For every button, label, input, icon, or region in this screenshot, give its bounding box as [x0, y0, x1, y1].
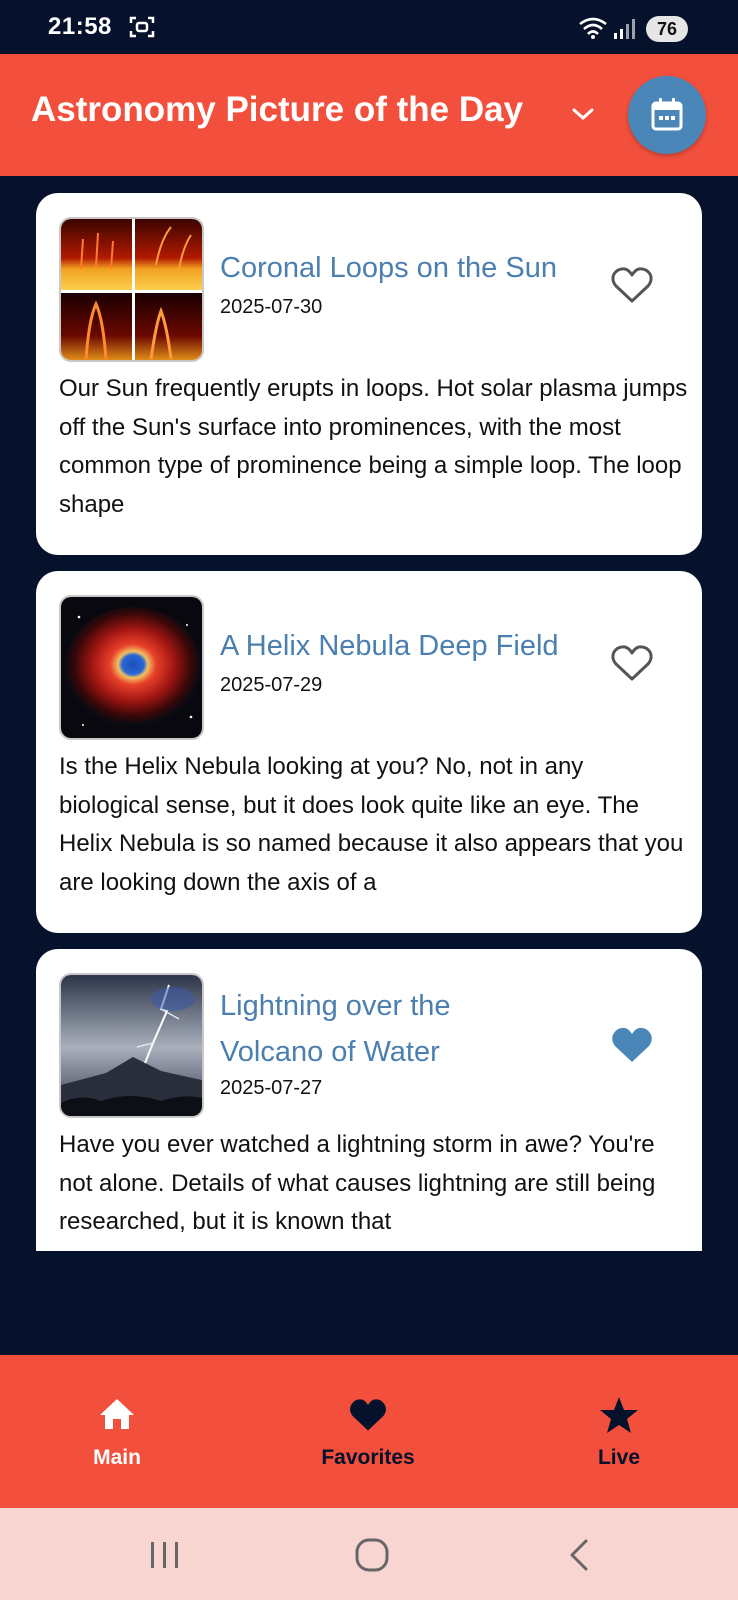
app-title[interactable]: Astronomy Picture of the Day — [31, 90, 523, 130]
apod-date: 2025-07-27 — [220, 1077, 323, 1099]
apod-card[interactable]: Coronal Loops on the Sun 2025-07-30 Our … — [36, 193, 702, 555]
apod-thumbnail[interactable] — [59, 217, 204, 362]
home-icon — [100, 1399, 134, 1429]
chevron-down-icon[interactable] — [570, 104, 596, 124]
apod-excerpt: Our Sun frequently erupts in loops. Hot … — [59, 375, 688, 518]
apod-title[interactable]: Coronal Loops on the Sun — [220, 245, 590, 291]
apod-date: 2025-07-30 — [220, 296, 323, 318]
apod-thumbnail[interactable] — [59, 973, 204, 1118]
battery-level: 76 — [646, 16, 688, 42]
system-navigation-bar — [0, 1508, 738, 1600]
app-bar: Astronomy Picture of the Day — [0, 54, 738, 176]
star-icon — [600, 1397, 638, 1433]
apod-card[interactable]: A Helix Nebula Deep Field 2025-07-29 Is … — [36, 571, 702, 933]
bottom-navigation: Main Favorites Live — [0, 1355, 738, 1508]
screen-record-icon — [129, 16, 155, 38]
favorite-heart-filled-icon[interactable] — [610, 1025, 654, 1065]
nav-main-label: Main — [93, 1446, 141, 1469]
signal-icon — [614, 19, 635, 39]
nav-live[interactable]: Live — [539, 1355, 699, 1508]
apod-feed[interactable]: Coronal Loops on the Sun 2025-07-30 Our … — [36, 193, 702, 1251]
apod-title[interactable]: A Helix Nebula Deep Field — [220, 623, 590, 669]
nav-favorites-label: Favorites — [321, 1446, 415, 1469]
apod-title[interactable]: Lightning over the Volcano of Water — [220, 983, 520, 1075]
home-circle-icon[interactable] — [355, 1538, 389, 1572]
apod-excerpt: Have you ever watched a lightning storm … — [59, 1131, 656, 1235]
nav-main[interactable]: Main — [37, 1355, 197, 1508]
calendar-icon — [651, 98, 683, 131]
wifi-icon — [579, 17, 607, 39]
apod-card[interactable]: Lightning over the Volcano of Water 2025… — [36, 949, 702, 1251]
back-icon[interactable] — [566, 1538, 592, 1572]
favorite-heart-outline-icon[interactable] — [610, 643, 654, 683]
heart-icon — [350, 1399, 386, 1431]
favorite-heart-outline-icon[interactable] — [610, 265, 654, 305]
apod-date: 2025-07-29 — [220, 674, 323, 696]
recent-apps-icon[interactable] — [148, 1540, 182, 1570]
apod-thumbnail[interactable] — [59, 595, 204, 740]
status-bar: 21:58 76 — [0, 0, 738, 54]
apod-excerpt: Is the Helix Nebula looking at you? No, … — [59, 753, 684, 896]
calendar-button[interactable] — [628, 76, 706, 154]
nav-live-label: Live — [597, 1446, 641, 1469]
nav-favorites[interactable]: Favorites — [288, 1355, 448, 1508]
status-time: 21:58 — [48, 13, 112, 40]
